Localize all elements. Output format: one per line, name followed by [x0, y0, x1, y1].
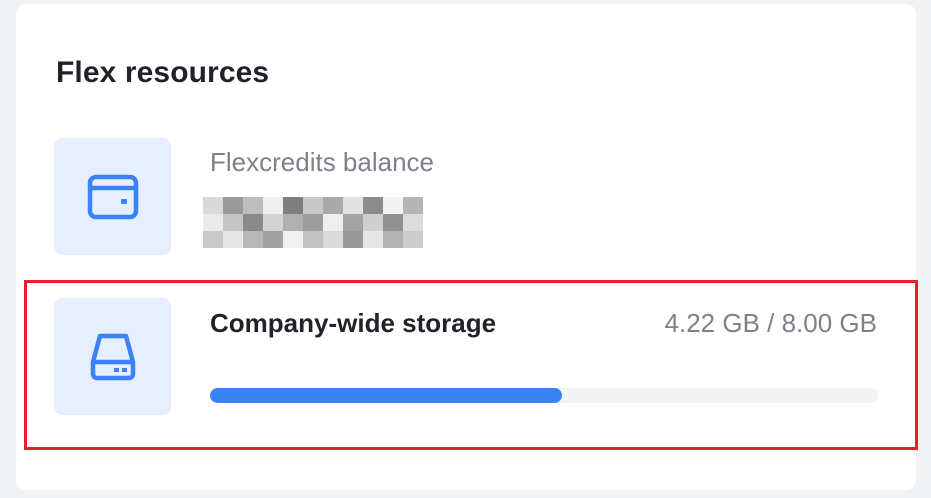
card-title: Flex resources — [56, 56, 270, 89]
storage-usage-text: 4.22 GB / 8.00 GB — [664, 308, 877, 338]
flex-resources-card: Flex resources Flexcredits balance Compa… — [16, 4, 916, 490]
hard-drive-icon — [90, 332, 136, 382]
wallet-icon — [87, 174, 139, 220]
flexcredits-label: Flexcredits balance — [210, 147, 434, 177]
flexcredits-icon-tile — [54, 138, 171, 255]
storage-progress-fill — [210, 388, 563, 403]
storage-icon-tile — [54, 298, 171, 415]
storage-label: Company-wide storage — [210, 308, 497, 338]
flexcredits-balance-redacted — [203, 197, 423, 249]
storage-progress-bar — [210, 388, 878, 403]
